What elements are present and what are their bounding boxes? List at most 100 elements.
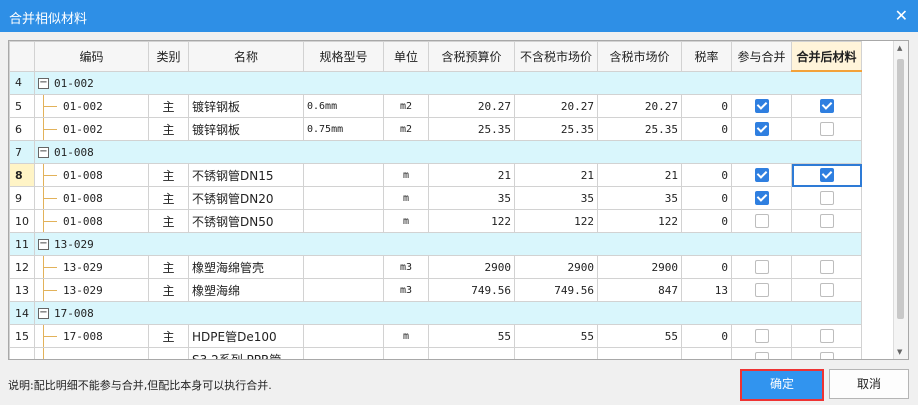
merged-material-checkbox[interactable] xyxy=(819,99,834,114)
unit-header[interactable]: 单位 xyxy=(383,41,429,72)
budget-price-incl-tax[interactable]: 122 xyxy=(428,209,515,233)
material-row[interactable]: S3.2系列 PPR管 xyxy=(9,347,862,359)
tax-rate[interactable]: 0 xyxy=(681,255,732,279)
name-header[interactable]: 名称 xyxy=(188,41,304,72)
budget-price-incl-tax[interactable]: 25.35 xyxy=(428,117,515,141)
material-name[interactable]: 橡塑海绵 xyxy=(188,278,304,302)
scroll-thumb[interactable] xyxy=(897,59,904,319)
budget-price-header[interactable]: 含税预算价 xyxy=(428,41,515,72)
merged-material-checkbox[interactable] xyxy=(819,352,834,359)
merged-material-checkbox[interactable] xyxy=(819,168,834,183)
market-price-incl-tax[interactable]: 21 xyxy=(597,163,682,187)
material-row[interactable]: 5 01-002 主镀锌钢板 0.6mm m2 20.27 20.27 20.27 0 xyxy=(9,94,862,118)
group-row[interactable]: 4−01-002 xyxy=(9,70,862,95)
collapse-icon[interactable]: − xyxy=(38,308,49,319)
spec-model[interactable] xyxy=(303,255,384,279)
category[interactable]: 主 xyxy=(148,186,189,210)
merged-material-cell[interactable] xyxy=(791,324,862,348)
code-header[interactable]: 编码 xyxy=(34,41,149,72)
material-row[interactable]: 13 13-029 主橡塑海绵 m3 749.56 749.56 847 13 xyxy=(9,278,862,302)
market-price-excl-tax[interactable]: 21 xyxy=(514,163,598,187)
market-price-excl-tax[interactable]: 122 xyxy=(514,209,598,233)
budget-price-incl-tax[interactable]: 749.56 xyxy=(428,278,515,302)
join-merge-cell[interactable] xyxy=(731,163,792,187)
tax-rate[interactable]: 0 xyxy=(681,324,732,348)
tax-rate[interactable]: 13 xyxy=(681,278,732,302)
group-header-cell[interactable]: −01-002 xyxy=(34,70,862,95)
material-code[interactable]: 13-029 xyxy=(34,255,149,279)
join-merge-checkbox[interactable] xyxy=(754,214,769,229)
scroll-down-icon[interactable]: ▼ xyxy=(897,348,902,356)
category[interactable]: 主 xyxy=(148,278,189,302)
market-price-incl-tax[interactable]: 847 xyxy=(597,278,682,302)
join-merge-cell[interactable] xyxy=(731,347,792,359)
join-header[interactable]: 参与合并 xyxy=(731,41,792,72)
join-merge-checkbox[interactable] xyxy=(754,329,769,344)
tax-rate[interactable] xyxy=(681,347,732,359)
category-header[interactable]: 类别 xyxy=(148,41,189,72)
collapse-icon[interactable]: − xyxy=(38,239,49,250)
spec-model[interactable] xyxy=(303,347,384,359)
market-price-excl-tax[interactable]: 2900 xyxy=(514,255,598,279)
join-merge-cell[interactable] xyxy=(731,255,792,279)
join-merge-checkbox[interactable] xyxy=(754,99,769,114)
material-name[interactable]: 不锈钢管DN15 xyxy=(188,163,304,187)
group-row[interactable]: 11−13-029 xyxy=(9,232,862,256)
unit[interactable]: m xyxy=(383,209,429,233)
material-code[interactable]: 01-002 xyxy=(34,117,149,141)
market-price-excl-header[interactable]: 不含税市场价 xyxy=(514,41,598,72)
budget-price-incl-tax[interactable]: 35 xyxy=(428,186,515,210)
material-name[interactable]: 不锈钢管DN50 xyxy=(188,209,304,233)
market-price-incl-tax[interactable]: 55 xyxy=(597,324,682,348)
unit[interactable]: m2 xyxy=(383,117,429,141)
material-name[interactable]: S3.2系列 PPR管 xyxy=(188,347,304,359)
merged-material-checkbox[interactable] xyxy=(819,329,834,344)
join-merge-checkbox[interactable] xyxy=(754,260,769,275)
tax-rate[interactable]: 0 xyxy=(681,186,732,210)
category[interactable]: 主 xyxy=(148,94,189,118)
market-price-excl-tax[interactable]: 749.56 xyxy=(514,278,598,302)
join-merge-cell[interactable] xyxy=(731,186,792,210)
merged-material-checkbox[interactable] xyxy=(819,260,834,275)
market-price-excl-tax[interactable] xyxy=(514,347,598,359)
spec-model[interactable] xyxy=(303,324,384,348)
tax-rate[interactable]: 0 xyxy=(681,94,732,118)
material-row[interactable]: 10 01-008 主不锈钢管DN50 m 122 122 122 0 xyxy=(9,209,862,233)
market-price-excl-tax[interactable]: 20.27 xyxy=(514,94,598,118)
group-header-cell[interactable]: −01-008 xyxy=(34,140,862,164)
market-price-excl-tax[interactable]: 25.35 xyxy=(514,117,598,141)
tax-rate[interactable]: 0 xyxy=(681,209,732,233)
spec-model[interactable] xyxy=(303,163,384,187)
unit[interactable]: m3 xyxy=(383,255,429,279)
market-price-excl-tax[interactable]: 55 xyxy=(514,324,598,348)
merged-material-checkbox[interactable] xyxy=(819,191,834,206)
join-merge-checkbox[interactable] xyxy=(754,122,769,137)
material-code[interactable]: 01-008 xyxy=(34,163,149,187)
merged-header[interactable]: 合并后材料 xyxy=(791,41,862,72)
merged-material-cell[interactable] xyxy=(791,186,862,210)
spec-model[interactable] xyxy=(303,209,384,233)
material-code[interactable]: 01-008 xyxy=(34,209,149,233)
market-price-incl-tax[interactable]: 35 xyxy=(597,186,682,210)
group-header-cell[interactable]: −17-008 xyxy=(34,301,862,325)
merged-material-cell[interactable] xyxy=(791,117,862,141)
join-merge-checkbox[interactable] xyxy=(754,168,769,183)
group-row[interactable]: 7−01-008 xyxy=(9,140,862,164)
spec-model[interactable] xyxy=(303,186,384,210)
tax-rate-header[interactable]: 税率 xyxy=(681,41,732,72)
category[interactable]: 主 xyxy=(148,117,189,141)
material-code[interactable]: 17-008 xyxy=(34,324,149,348)
join-merge-cell[interactable] xyxy=(731,278,792,302)
material-row[interactable]: 9 01-008 主不锈钢管DN20 m 35 35 35 0 xyxy=(9,186,862,210)
material-name[interactable]: HDPE管De100 xyxy=(188,324,304,348)
material-row[interactable]: 15 17-008 主 HDPE管De100 m 55 55 55 0 xyxy=(9,324,862,348)
merged-material-checkbox[interactable] xyxy=(819,122,834,137)
confirm-button[interactable]: 确定 xyxy=(740,369,824,401)
budget-price-incl-tax[interactable]: 2900 xyxy=(428,255,515,279)
group-row[interactable]: 14−17-008 xyxy=(9,301,862,325)
category[interactable]: 主 xyxy=(148,324,189,348)
market-price-incl-tax[interactable]: 122 xyxy=(597,209,682,233)
market-price-incl-tax[interactable]: 2900 xyxy=(597,255,682,279)
category[interactable]: 主 xyxy=(148,163,189,187)
collapse-icon[interactable]: − xyxy=(38,78,49,89)
